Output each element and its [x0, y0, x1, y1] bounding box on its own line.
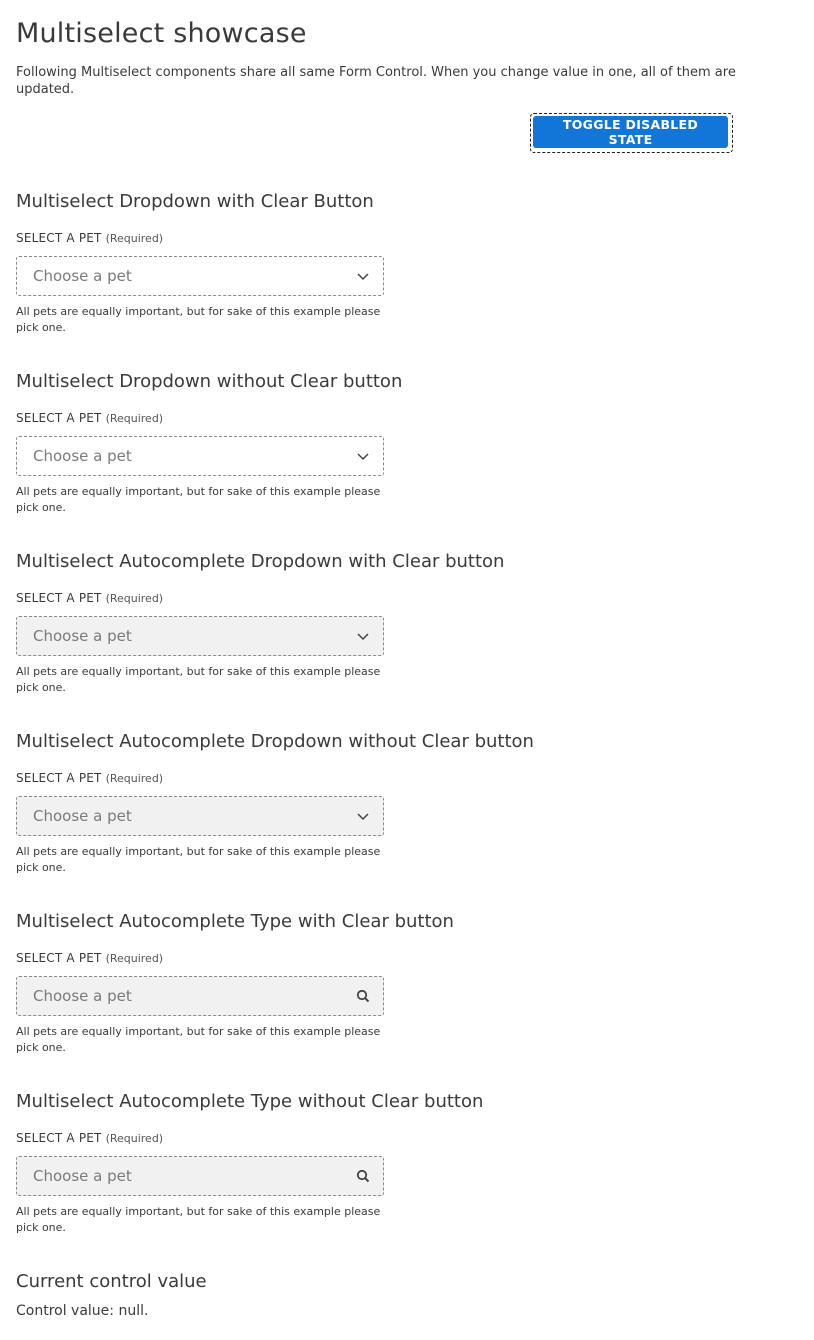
pet-multiselect[interactable]: Choose a pet	[16, 616, 384, 656]
section-autocomplete-type-with-clear: Multiselect Autocomplete Type with Clear…	[16, 911, 736, 1056]
section-autocomplete-type-without-clear: Multiselect Autocomplete Type without Cl…	[16, 1091, 736, 1236]
helper-text: All pets are equally important, but for …	[16, 845, 381, 874]
section-title: Multiselect Autocomplete Type without Cl…	[16, 1091, 484, 1112]
section-title: Multiselect Autocomplete Dropdown withou…	[16, 731, 534, 752]
section-autocomplete-dropdown-with-clear: Multiselect Autocomplete Dropdown with C…	[16, 551, 736, 696]
toggle-focus-ring: TOGGLE DISABLED STATE	[530, 113, 733, 153]
pet-multiselect[interactable]: Choose a pet	[16, 796, 384, 836]
field-label: SELECT A PET (Required)	[16, 770, 736, 787]
field-label-text: SELECT A PET	[16, 231, 102, 245]
required-hint: (Required)	[105, 232, 164, 245]
field-label: SELECT A PET (Required)	[16, 590, 736, 607]
chevron-down-icon	[357, 273, 369, 281]
pet-autocomplete-input[interactable]: Choose a pet	[16, 976, 384, 1016]
select-placeholder: Choose a pet	[33, 267, 132, 285]
section-title: Multiselect Dropdown with Clear Button	[16, 191, 374, 212]
helper-text: All pets are equally important, but for …	[16, 1025, 381, 1054]
select-placeholder: Choose a pet	[33, 1167, 132, 1185]
current-value-title: Current control value	[16, 1271, 207, 1292]
chevron-down-icon	[357, 453, 369, 461]
section-title: Multiselect Autocomplete Dropdown with C…	[16, 551, 505, 572]
page-title: Multiselect showcase	[16, 18, 307, 49]
pet-autocomplete-input[interactable]: Choose a pet	[16, 1156, 384, 1196]
field-label: SELECT A PET (Required)	[16, 950, 736, 967]
section-dropdown-with-clear: Multiselect Dropdown with Clear Button S…	[16, 191, 736, 336]
required-hint: (Required)	[105, 592, 164, 605]
section-dropdown-without-clear: Multiselect Dropdown without Clear butto…	[16, 371, 736, 516]
field-label-text: SELECT A PET	[16, 1131, 102, 1145]
field-label: SELECT A PET (Required)	[16, 1130, 736, 1147]
required-hint: (Required)	[105, 952, 164, 965]
field-label-text: SELECT A PET	[16, 411, 102, 425]
chevron-down-icon	[357, 813, 369, 821]
field-label-text: SELECT A PET	[16, 771, 102, 785]
control-value-text: Control value: null.	[16, 1303, 149, 1319]
helper-text: All pets are equally important, but for …	[16, 305, 381, 334]
section-autocomplete-dropdown-without-clear: Multiselect Autocomplete Dropdown withou…	[16, 731, 736, 876]
helper-text: All pets are equally important, but for …	[16, 1205, 381, 1234]
intro-text: Following Multiselect components share a…	[16, 65, 736, 97]
search-icon	[356, 1169, 370, 1183]
field-label-text: SELECT A PET	[16, 591, 102, 605]
section-title: Multiselect Dropdown without Clear butto…	[16, 371, 403, 392]
current-value-section: Current control value Control value: nul…	[16, 1271, 736, 1319]
search-icon	[356, 989, 370, 1003]
field-label: SELECT A PET (Required)	[16, 410, 736, 427]
required-hint: (Required)	[105, 412, 164, 425]
select-placeholder: Choose a pet	[33, 987, 132, 1005]
toggle-disabled-state-button[interactable]: TOGGLE DISABLED STATE	[533, 116, 728, 148]
select-placeholder: Choose a pet	[33, 447, 132, 465]
select-placeholder: Choose a pet	[33, 627, 132, 645]
helper-text: All pets are equally important, but for …	[16, 665, 381, 694]
section-title: Multiselect Autocomplete Type with Clear…	[16, 911, 454, 932]
required-hint: (Required)	[105, 1132, 164, 1145]
field-label-text: SELECT A PET	[16, 951, 102, 965]
helper-text: All pets are equally important, but for …	[16, 485, 381, 514]
chevron-down-icon	[357, 633, 369, 641]
field-label: SELECT A PET (Required)	[16, 230, 736, 247]
required-hint: (Required)	[105, 772, 164, 785]
select-placeholder: Choose a pet	[33, 807, 132, 825]
pet-multiselect[interactable]: Choose a pet	[16, 256, 384, 296]
pet-multiselect[interactable]: Choose a pet	[16, 436, 384, 476]
